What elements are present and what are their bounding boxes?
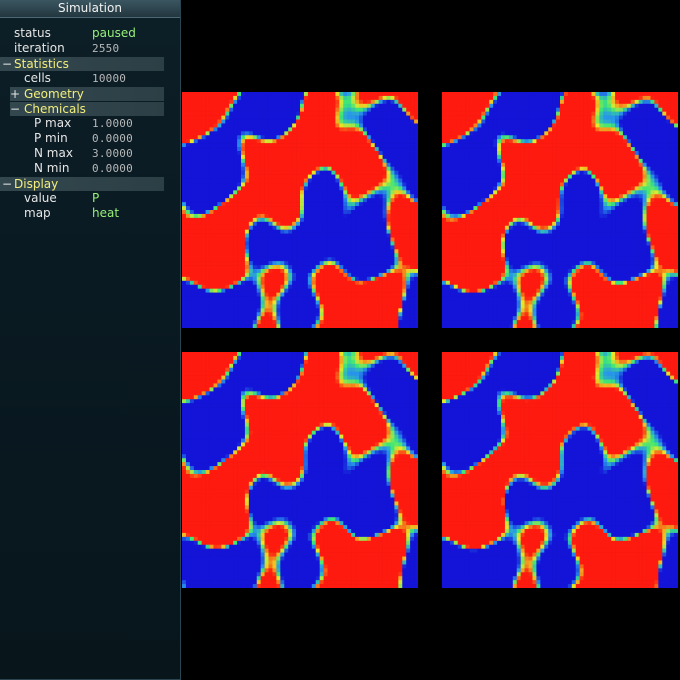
p-max-value: 1.0000 — [92, 117, 133, 130]
status-value[interactable]: paused — [92, 26, 136, 41]
iteration-row: iteration 2550 — [0, 41, 180, 56]
statistics-label[interactable]: Statistics — [14, 57, 69, 71]
panel-title: Simulation — [0, 0, 180, 18]
statistics-collapse-toggle[interactable]: − — [2, 57, 12, 71]
n-min-value: 0.0000 — [92, 162, 133, 175]
simulation-panel: Simulation status paused iteration 2550 … — [0, 0, 181, 680]
display-label[interactable]: Display — [14, 177, 58, 191]
n-max-value: 3.0000 — [92, 147, 133, 160]
value-selector[interactable]: P — [92, 191, 99, 206]
n-min-label: N min — [34, 161, 70, 175]
geometry-group[interactable]: + Geometry — [10, 87, 164, 101]
statistics-group[interactable]: − Statistics — [0, 57, 164, 71]
grid-view-top-left[interactable] — [182, 92, 418, 328]
heatmap-bottom-left — [182, 352, 418, 588]
grid-view-bottom-left[interactable] — [182, 352, 418, 588]
iteration-label: iteration — [14, 41, 65, 55]
grid-view-bottom-right[interactable] — [442, 352, 678, 588]
p-min-row: P min 0.0000 — [0, 131, 180, 146]
iteration-value: 2550 — [92, 42, 120, 55]
n-max-row: N max 3.0000 — [0, 146, 180, 161]
p-max-label: P max — [34, 116, 72, 130]
cells-value: 10000 — [92, 72, 127, 85]
n-max-label: N max — [34, 146, 73, 160]
heatmap-top-left — [182, 92, 418, 328]
heatmap-bottom-right — [442, 352, 678, 588]
chemicals-group[interactable]: − Chemicals — [10, 102, 164, 116]
p-min-value: 0.0000 — [92, 132, 133, 145]
map-selector[interactable]: heat — [92, 206, 119, 221]
heatmap-top-right — [442, 92, 678, 328]
status-label: status — [14, 26, 51, 40]
display-group[interactable]: − Display — [0, 177, 164, 191]
geometry-expand-toggle[interactable]: + — [10, 87, 20, 101]
status-row: status paused — [0, 26, 180, 41]
geometry-label[interactable]: Geometry — [24, 87, 84, 101]
cells-label: cells — [24, 71, 51, 85]
p-max-row: P max 1.0000 — [0, 116, 180, 131]
simulation-viewport[interactable] — [181, 0, 680, 680]
n-min-row: N min 0.0000 — [0, 161, 180, 176]
p-min-label: P min — [34, 131, 68, 145]
display-collapse-toggle[interactable]: − — [2, 177, 12, 191]
value-label: value — [24, 191, 57, 205]
grid-view-top-right[interactable] — [442, 92, 678, 328]
chemicals-label[interactable]: Chemicals — [24, 102, 86, 116]
map-row: map heat — [0, 206, 180, 221]
map-label: map — [24, 206, 51, 220]
chemicals-collapse-toggle[interactable]: − — [10, 102, 20, 116]
value-row: value P — [0, 191, 180, 206]
cells-row: cells 10000 — [0, 71, 180, 86]
